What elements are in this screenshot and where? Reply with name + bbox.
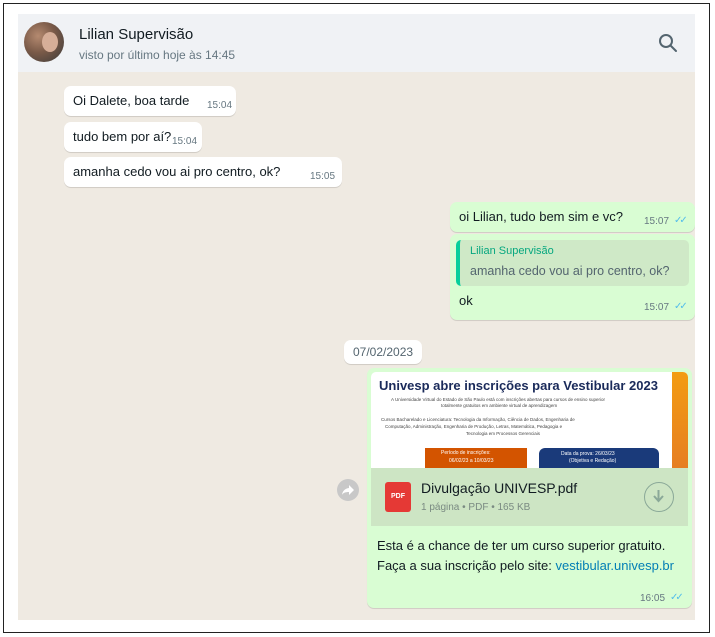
quoted-author: Lilian Supervisão — [470, 245, 554, 257]
message-text: oi Lilian, tudo bem sim e vc? — [459, 209, 624, 224]
incoming-message[interactable]: Oi Dalete, boa tarde 15:04 — [64, 86, 236, 116]
banner-box-title: Período de inscrições: — [441, 450, 491, 456]
outgoing-message[interactable]: oi Lilian, tudo bem sim e vc? 15:07 ✓✓ — [450, 202, 695, 232]
forward-button[interactable] — [337, 479, 359, 501]
read-receipt-icon: ✓✓ — [670, 592, 684, 603]
incoming-message[interactable]: tudo bem por aí? 15:04 — [64, 122, 202, 152]
chat-header: Lilian Supervisão visto por último hoje … — [18, 14, 695, 73]
search-icon[interactable] — [657, 32, 679, 54]
file-name: Divulgação UNIVESP.pdf — [421, 480, 578, 496]
contact-name[interactable]: Lilian Supervisão — [79, 26, 193, 43]
download-icon — [653, 490, 664, 503]
banner-text: A Universidade Virtual do Estado de São … — [391, 397, 606, 402]
banner-box-value: 06/02/23 a 10/03/23 — [449, 458, 494, 464]
banner-title: Univesp abre inscrições para Vestibular … — [379, 378, 658, 393]
banner-box-exam: Data da prova: 26/03/23 (Objetiva e Reda… — [539, 448, 659, 468]
avatar[interactable] — [24, 22, 64, 62]
banner-text: totalmente gratuitos em ambiente virtual… — [441, 403, 558, 408]
incoming-message[interactable]: amanha cedo vou ai pro centro, ok? 15:05 — [64, 157, 342, 187]
message-text: ok — [459, 293, 473, 308]
banner-text: Cursos Bacharelado e Licenciatura: Tecno… — [381, 417, 575, 422]
outgoing-media-message[interactable]: Univesp abre inscrições para Vestibular … — [367, 368, 692, 608]
image-preview[interactable]: Univesp abre inscrições para Vestibular … — [371, 372, 688, 468]
message-text: tudo bem por aí? — [73, 129, 172, 144]
message-caption: Faça a sua inscrição pelo site: vestibul… — [377, 558, 674, 573]
message-text: Oi Dalete, boa tarde — [73, 93, 190, 108]
banner-stripe — [672, 372, 688, 468]
message-time: 16:05 — [640, 593, 666, 604]
pdf-icon: PDF — [385, 482, 411, 512]
file-meta: 1 página • PDF • 165 KB — [421, 502, 531, 513]
banner-box-title: Data da prova: 26/03/23 — [561, 451, 615, 457]
banner-box-value: (Objetiva e Redação) — [569, 458, 617, 464]
message-time: 15:07 — [644, 302, 670, 313]
outgoing-reply-message[interactable]: Lilian Supervisão amanha cedo vou ai pro… — [450, 234, 695, 320]
download-button[interactable] — [644, 482, 674, 512]
banner-box-registration: Período de inscrições: 06/02/23 a 10/03/… — [425, 448, 527, 468]
message-time: 15:04 — [207, 100, 233, 111]
read-receipt-icon: ✓✓ — [674, 215, 688, 226]
caption-text: Faça a sua inscrição pelo site: — [377, 558, 556, 573]
message-time: 15:07 — [644, 216, 670, 227]
last-seen-status: visto por último hoje às 14:45 — [79, 48, 236, 62]
message-text: amanha cedo vou ai pro centro, ok? — [73, 164, 281, 179]
message-time: 15:05 — [310, 171, 336, 182]
message-caption: Esta é a chance de ter um curso superior… — [377, 538, 666, 553]
quoted-message[interactable]: Lilian Supervisão amanha cedo vou ai pro… — [456, 240, 689, 286]
document-attachment[interactable]: PDF Divulgação UNIVESP.pdf 1 página • PD… — [371, 468, 688, 526]
message-list[interactable]: Oi Dalete, boa tarde 15:04 tudo bem por … — [18, 72, 695, 620]
message-time: 15:04 — [172, 136, 198, 147]
forward-icon — [342, 485, 354, 495]
date-divider: 07/02/2023 — [344, 340, 423, 364]
website-link[interactable]: vestibular.univesp.br — [555, 558, 674, 573]
read-receipt-icon: ✓✓ — [674, 301, 688, 312]
banner-text: Computação, Administração, Engenharia de… — [385, 424, 563, 429]
quoted-text: amanha cedo vou ai pro centro, ok? — [470, 264, 670, 278]
banner-text: Tecnologia em Processos Gerenciais — [466, 431, 541, 436]
